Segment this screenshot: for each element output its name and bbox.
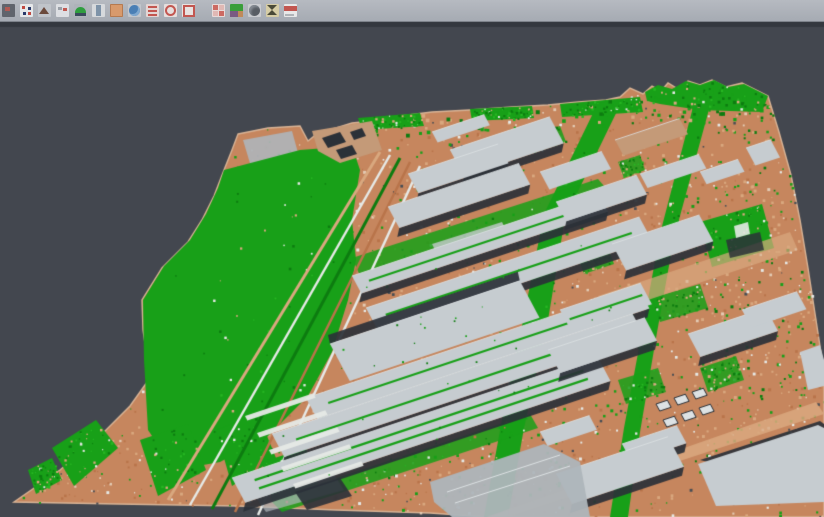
ortho-tile-icon[interactable]	[110, 4, 123, 17]
column-icon[interactable]	[92, 4, 105, 17]
mountain-icon[interactable]	[38, 4, 51, 17]
target-circle-icon[interactable]	[164, 4, 177, 17]
cross-measure-icon[interactable]	[266, 4, 279, 17]
classified-map-icon[interactable]	[230, 4, 243, 17]
globe-icon[interactable]	[128, 4, 141, 17]
viewport-3d[interactable]	[0, 0, 824, 517]
sphere-icon[interactable]	[248, 4, 261, 17]
checker-grid-icon[interactable]	[212, 4, 225, 17]
application-window	[0, 0, 824, 517]
red-stripe-icon[interactable]	[284, 4, 297, 17]
red-list-icon[interactable]	[146, 4, 159, 17]
terrain-model-icon[interactable]	[74, 4, 87, 17]
point-marks-icon[interactable]	[56, 4, 69, 17]
main-toolbar	[0, 0, 824, 22]
selection-brackets-icon[interactable]	[182, 4, 195, 17]
dark-square-icon[interactable]	[2, 4, 15, 17]
scatter-points-icon[interactable]	[20, 4, 33, 17]
